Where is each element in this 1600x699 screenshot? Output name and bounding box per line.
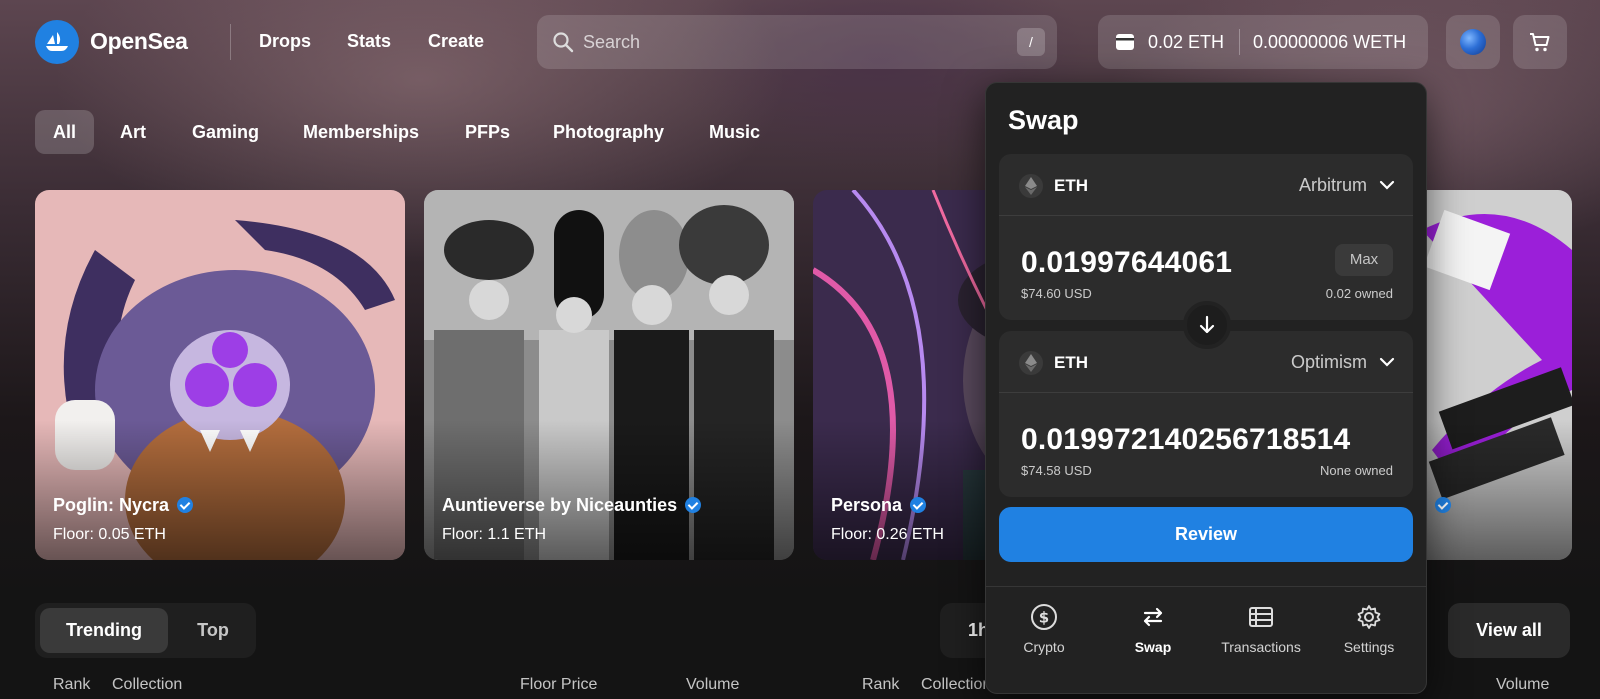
card-title: Auntieverse by Niceaunties — [442, 495, 702, 516]
eth-icon — [1019, 351, 1043, 375]
from-token-symbol: ETH — [1054, 176, 1088, 195]
from-token-row: ETH Arbitrum — [999, 154, 1413, 216]
verified-badge-icon — [685, 497, 702, 513]
list-table-icon — [1249, 607, 1273, 627]
swap-panel: Swap ETH Arbitrum 0.01997644061 Max $74.… — [985, 82, 1427, 694]
card-floor-price: Floor: 0.05 ETH — [53, 526, 166, 543]
column-collection-right: Collection — [921, 676, 992, 693]
swap-nav-crypto[interactable]: $ Crypto — [989, 603, 1099, 655]
swap-to-box: ETH Optimism 0.019972140256718514 $74.58… — [999, 331, 1413, 497]
search-shortcut-key: / — [1017, 28, 1045, 56]
tab-top[interactable]: Top — [175, 608, 251, 653]
cart-icon — [1530, 33, 1550, 52]
ship-icon — [46, 32, 68, 51]
nav-stats[interactable]: Stats — [347, 31, 391, 52]
collection-card[interactable]: Poglin: Nycra Floor: 0.05 ETH — [35, 190, 405, 560]
arrow-down-icon — [1199, 315, 1215, 334]
swap-direction-button[interactable] — [1183, 301, 1231, 349]
swap-nav-divider — [986, 586, 1426, 587]
view-all-button[interactable]: View all — [1448, 603, 1570, 658]
verified-badge-icon — [177, 497, 194, 513]
from-owned-amount: 0.02 owned — [1325, 286, 1393, 301]
brand-name[interactable]: OpenSea — [90, 28, 188, 55]
weth-balance: 0.00000006 WETH — [1253, 32, 1407, 52]
column-volume-right: Volume — [1496, 676, 1550, 693]
nav-create[interactable]: Create — [428, 31, 484, 52]
review-button[interactable]: Review — [999, 507, 1413, 562]
card-title: Persona — [831, 495, 927, 516]
from-amount[interactable]: 0.01997644061 — [1021, 246, 1232, 280]
card-title: Poglin: Nycra — [53, 495, 194, 516]
profile-button[interactable] — [1446, 15, 1500, 69]
eth-icon — [1019, 174, 1043, 198]
to-owned-amount: None owned — [1320, 463, 1393, 478]
swap-title: Swap — [1008, 105, 1079, 135]
top-header: OpenSea Drops Stats Create / 0.02 ETH 0.… — [0, 0, 1600, 84]
category-photography[interactable]: Photography — [535, 110, 682, 154]
cart-button[interactable] — [1513, 15, 1567, 69]
to-usd-value: $74.58 USD — [1021, 463, 1092, 478]
swap-nav-swap[interactable]: Swap — [1098, 603, 1208, 655]
verified-badge-icon — [1435, 497, 1451, 513]
max-button[interactable]: Max — [1335, 244, 1393, 276]
search-icon — [553, 32, 574, 53]
category-art[interactable]: Art — [102, 110, 164, 154]
swap-nav-swap-label: Swap — [1134, 639, 1172, 655]
category-gaming[interactable]: Gaming — [174, 110, 277, 154]
search-bar[interactable]: / — [537, 15, 1057, 69]
swap-nav-crypto-label: Crypto — [1023, 639, 1065, 655]
column-volume: Volume — [686, 676, 740, 693]
eth-balance: 0.02 ETH — [1148, 32, 1225, 52]
svg-text:$: $ — [1039, 609, 1049, 627]
card-floor-price: Floor: 0.26 ETH — [831, 526, 944, 543]
tab-trending[interactable]: Trending — [40, 608, 168, 653]
column-rank-right: Rank — [862, 676, 900, 693]
swap-nav-settings[interactable]: Settings — [1314, 603, 1424, 655]
header-divider — [230, 24, 231, 60]
avatar — [1460, 29, 1486, 55]
to-network-select[interactable]: Optimism — [1291, 352, 1367, 373]
wallet-balance-button[interactable]: 0.02 ETH 0.00000006 WETH — [1098, 15, 1428, 69]
category-memberships[interactable]: Memberships — [285, 110, 437, 154]
swap-nav-transactions[interactable]: Transactions — [1206, 603, 1316, 655]
card-floor-price: Floor: 1.1 ETH — [442, 526, 547, 543]
wallet-icon — [1116, 34, 1134, 50]
swap-from-box: ETH Arbitrum 0.01997644061 Max $74.60 US… — [999, 154, 1413, 320]
collection-card[interactable]: Auntieverse by Niceaunties Floor: 1.1 ET… — [424, 190, 794, 560]
dollar-circle-icon: $ — [1031, 604, 1057, 630]
category-music[interactable]: Music — [691, 110, 778, 154]
to-token-symbol: ETH — [1054, 353, 1088, 372]
swap-arrows-icon — [1143, 607, 1163, 627]
chevron-down-icon[interactable] — [1379, 179, 1395, 191]
column-collection: Collection — [112, 676, 183, 693]
chevron-down-icon[interactable] — [1379, 356, 1395, 368]
gear-icon — [1357, 605, 1381, 629]
column-floor-price: Floor Price — [520, 676, 598, 693]
from-network-select[interactable]: Arbitrum — [1299, 175, 1367, 196]
search-input[interactable] — [583, 27, 983, 57]
to-amount: 0.019972140256718514 — [1021, 423, 1351, 456]
ranking-tabs: Trending Top — [35, 603, 256, 658]
column-rank: Rank — [53, 676, 91, 693]
swap-nav-transactions-label: Transactions — [1221, 639, 1301, 655]
category-all[interactable]: All — [35, 110, 95, 154]
nav-drops[interactable]: Drops — [259, 31, 311, 52]
swap-nav-settings-label: Settings — [1343, 639, 1395, 655]
opensea-logo[interactable] — [35, 20, 79, 64]
verified-badge-icon — [910, 497, 927, 513]
from-usd-value: $74.60 USD — [1021, 286, 1092, 301]
wallet-divider — [1239, 29, 1240, 55]
category-pfps[interactable]: PFPs — [447, 110, 528, 154]
